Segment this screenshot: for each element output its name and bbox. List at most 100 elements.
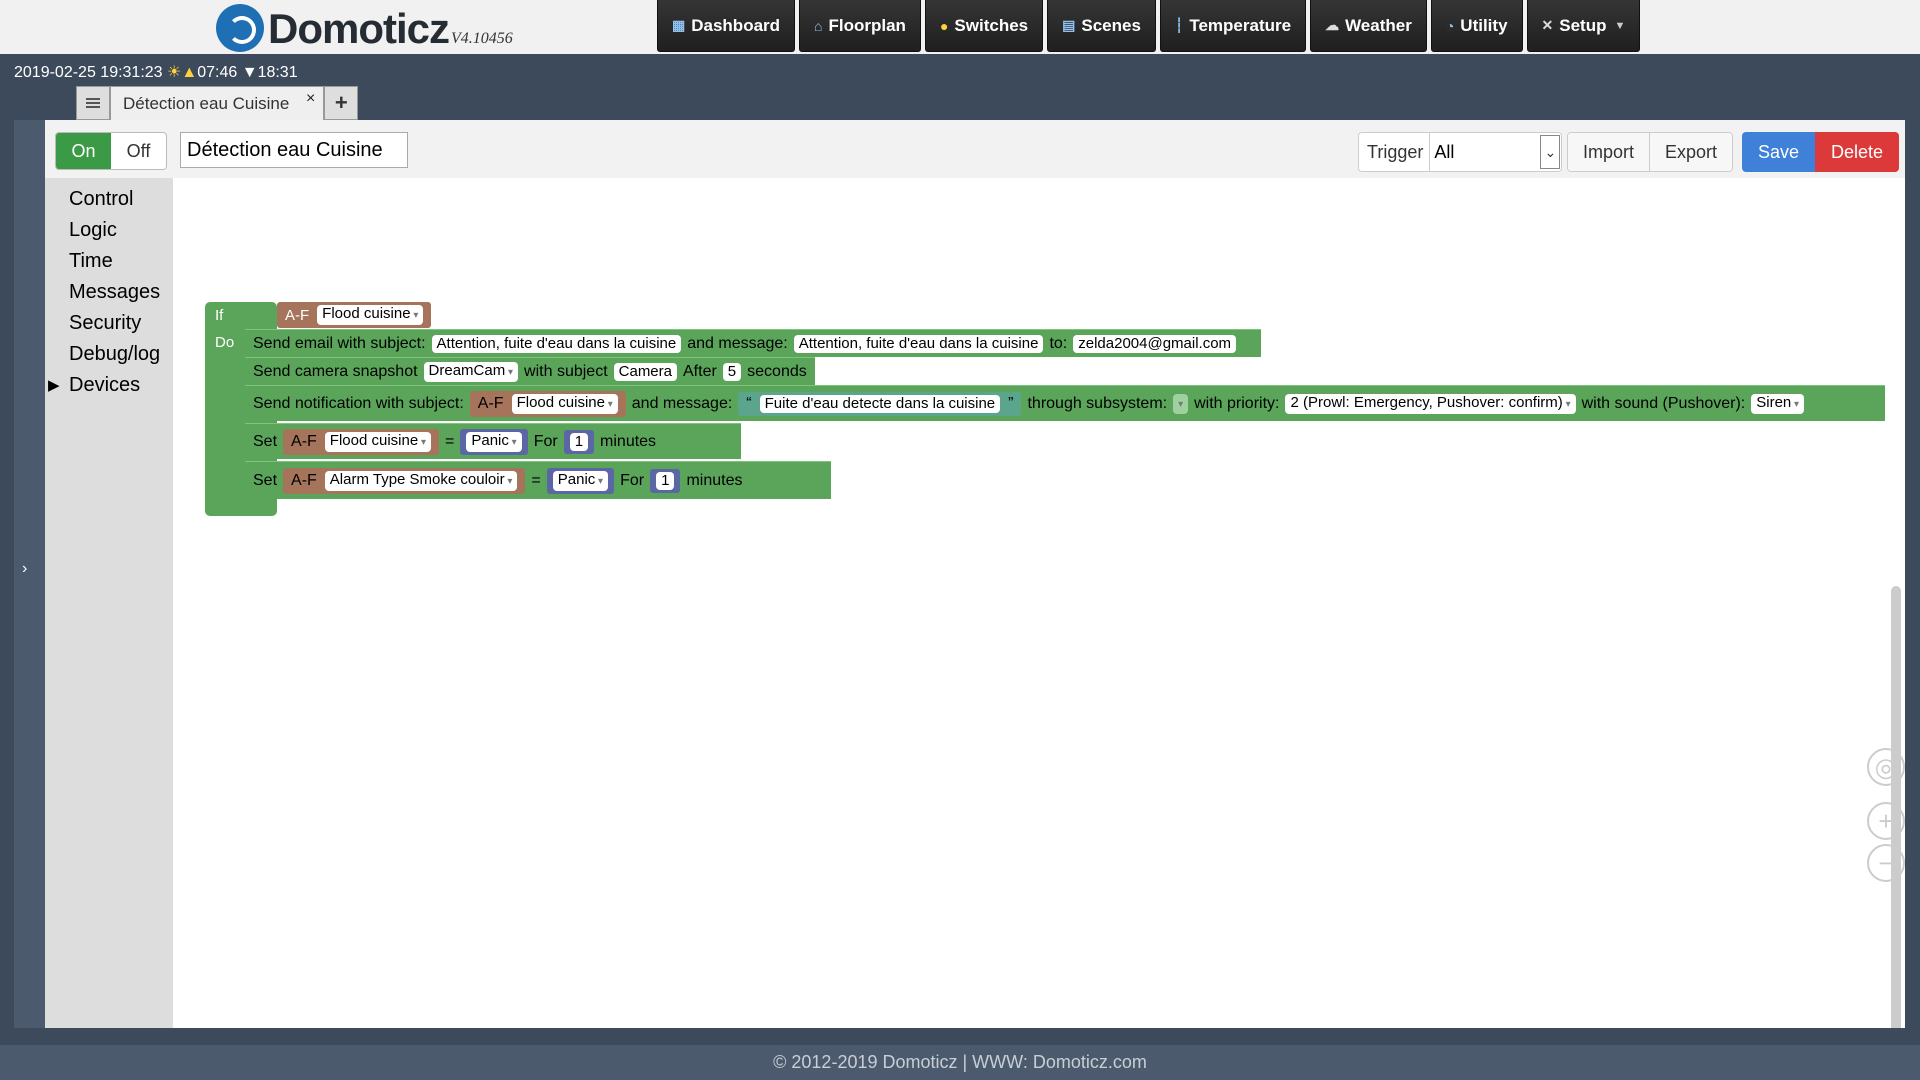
recenter-icon[interactable]: ◎ [1867, 748, 1905, 786]
nav-weather[interactable]: ☁ Weather [1310, 0, 1427, 52]
sunrise-icon: ☀▲ [167, 64, 198, 81]
for-value-field[interactable]: 1 [569, 432, 589, 451]
nav-label: Dashboard [691, 15, 781, 35]
close-icon[interactable]: × [306, 90, 315, 108]
for-value-field[interactable]: 1 [656, 471, 675, 490]
notification-device-block[interactable]: A-F Flood cuisine [469, 390, 626, 417]
editor-toolbar: On Off Trigger All ⌄ Import Export Save … [45, 120, 1905, 179]
send-email-block[interactable]: Send email with subject: Attention, fuit… [245, 329, 1261, 357]
device-dropdown[interactable]: Flood cuisine [511, 393, 618, 414]
toolbox-category-control[interactable]: Control [45, 184, 173, 215]
trigger-value: All [1434, 141, 1455, 162]
event-tab-strip: Détection eau Cuisine × + [76, 86, 359, 120]
send-notification-block[interactable]: Send notification with subject: A-F Floo… [245, 385, 1885, 421]
trigger-select[interactable]: All ⌄ [1429, 133, 1562, 171]
toolbox-category-security[interactable]: Security [45, 308, 173, 339]
nav-setup[interactable]: ✕ Setup ▼ [1526, 0, 1641, 52]
export-button[interactable]: Export [1649, 133, 1733, 171]
quote-open-icon: “ [746, 394, 752, 412]
value-dropdown[interactable]: Panic [552, 470, 609, 491]
sound-dropdown[interactable]: Siren [1751, 393, 1805, 414]
save-button[interactable]: Save [1742, 132, 1816, 172]
scenes-icon: ▤ [1062, 17, 1076, 33]
toolbox-category-messages[interactable]: Messages [45, 277, 173, 308]
if-condition-device-block[interactable]: A-F Flood cuisine [277, 302, 432, 328]
if-label: If [215, 307, 224, 324]
import-export-group: Import Export [1567, 132, 1734, 172]
on-off-toggle: On Off [55, 132, 167, 170]
email-message-field[interactable]: Attention, fuite d'eau dans la cuisine [793, 334, 1044, 353]
app-version: V4.10456 [451, 30, 513, 47]
expand-arrow-icon: ▶ [48, 377, 60, 394]
set-device-block-device[interactable]: A-F Flood cuisine [283, 428, 439, 455]
send-camera-snapshot-block[interactable]: Send camera snapshot DreamCam with subje… [245, 357, 815, 385]
device-dropdown[interactable]: Flood cuisine [317, 305, 424, 325]
nav-label: Weather [1345, 15, 1412, 35]
subsystem-label: through subsystem: [1027, 394, 1168, 412]
off-button[interactable]: Off [111, 133, 166, 169]
zoom-out-icon[interactable]: − [1867, 844, 1905, 882]
value-block[interactable]: Panic [546, 467, 615, 494]
camera-subject-field[interactable]: Camera [613, 362, 677, 381]
chevron-right-icon[interactable]: › [22, 560, 27, 578]
add-tab-icon[interactable]: + [324, 86, 359, 120]
sunset-time: 18:31 [257, 64, 298, 81]
set-label: Set [253, 471, 278, 489]
notification-label: Send notification with subject: [253, 394, 464, 412]
device-type-label: A-F [291, 471, 317, 489]
nav-dashboard[interactable]: ▦ Dashboard [657, 0, 796, 52]
floorplan-icon: ⌂ [814, 17, 823, 34]
set-device-block-device[interactable]: A-F Alarm Type Smoke couloir [283, 467, 526, 494]
text-block[interactable]: “ Fuite d'eau detecte dans la cuisine ” [738, 391, 1022, 416]
toolbox-category-logic[interactable]: Logic [45, 215, 173, 246]
camera-dropdown[interactable]: DreamCam [423, 361, 519, 382]
save-delete-group: Save Delete [1742, 132, 1900, 172]
event-list-icon[interactable] [76, 86, 110, 120]
value-dropdown[interactable]: Panic [466, 431, 522, 452]
device-dropdown[interactable]: Alarm Type Smoke couloir [324, 470, 518, 491]
script-name-input[interactable] [180, 132, 408, 168]
sunset-icon: ▼ [241, 64, 258, 81]
device-type-label: A-F [285, 306, 310, 324]
toolbox-category-time[interactable]: Time [45, 246, 173, 277]
nav-scenes[interactable]: ▤ Scenes [1047, 0, 1156, 52]
priority-dropdown[interactable]: 2 (Prowl: Emergency, Pushover: confirm) [1285, 393, 1576, 414]
thermometer-icon: ┆ [1174, 17, 1184, 33]
toolbox-category-devices[interactable]: ▶ Devices [45, 370, 173, 401]
priority-label: with priority: [1194, 394, 1280, 412]
delete-button[interactable]: Delete [1815, 132, 1900, 172]
do-label: Do [215, 334, 235, 351]
domoticz-logo-icon [216, 4, 264, 52]
device-dropdown[interactable]: Flood cuisine [324, 431, 431, 452]
number-block[interactable]: 1 [563, 429, 595, 454]
nav-label: Floorplan [828, 15, 906, 35]
email-subject-field[interactable]: Attention, fuite d'eau dans la cuisine [431, 334, 682, 353]
set-device-block[interactable]: Set A-F Alarm Type Smoke couloir = Panic… [245, 461, 831, 499]
nav-label: Temperature [1189, 15, 1292, 35]
blockly-toolbox: Control Logic Time Messages Security Deb… [45, 178, 173, 1028]
subsystem-dropdown[interactable] [1173, 393, 1189, 414]
zoom-in-icon[interactable]: + [1867, 802, 1905, 840]
camera-subject-label: with subject [524, 362, 608, 380]
on-button[interactable]: On [56, 133, 111, 169]
blockly-workspace[interactable]: If Do A-F Flood cuisine Send email with … [173, 178, 1905, 1028]
nav-utility[interactable]: ◔ Utility [1430, 0, 1523, 52]
chevron-down-icon: ▼ [1614, 19, 1626, 32]
number-block[interactable]: 1 [650, 468, 681, 493]
notification-message-field[interactable]: Fuite d'eau detecte dans la cuisine [759, 394, 1001, 413]
app-logo[interactable]: Domoticz V4.10456 [216, 4, 513, 52]
nav-switches[interactable]: ● Switches [924, 0, 1044, 52]
import-button[interactable]: Import [1568, 133, 1650, 171]
tab-event[interactable]: Détection eau Cuisine × [110, 86, 325, 120]
nav-temperature[interactable]: ┆ Temperature [1159, 0, 1307, 52]
logo-text: Domoticz [268, 5, 450, 52]
nav-floorplan[interactable]: ⌂ Floorplan [799, 0, 921, 52]
value-block[interactable]: Panic [460, 428, 528, 455]
footer-text: © 2012-2019 Domoticz | WWW: Domoticz.com [773, 1052, 1147, 1072]
camera-after-field[interactable]: 5 [722, 362, 742, 381]
toolbox-category-debug-log[interactable]: Debug/log [45, 339, 173, 370]
email-to-field[interactable]: zelda2004@gmail.com [1073, 334, 1237, 353]
notification-message-label: and message: [631, 394, 733, 412]
set-device-block[interactable]: Set A-F Flood cuisine = Panic For 1 minu… [245, 423, 741, 459]
event-editor-panel: On Off Trigger All ⌄ Import Export Save … [45, 120, 1905, 1028]
